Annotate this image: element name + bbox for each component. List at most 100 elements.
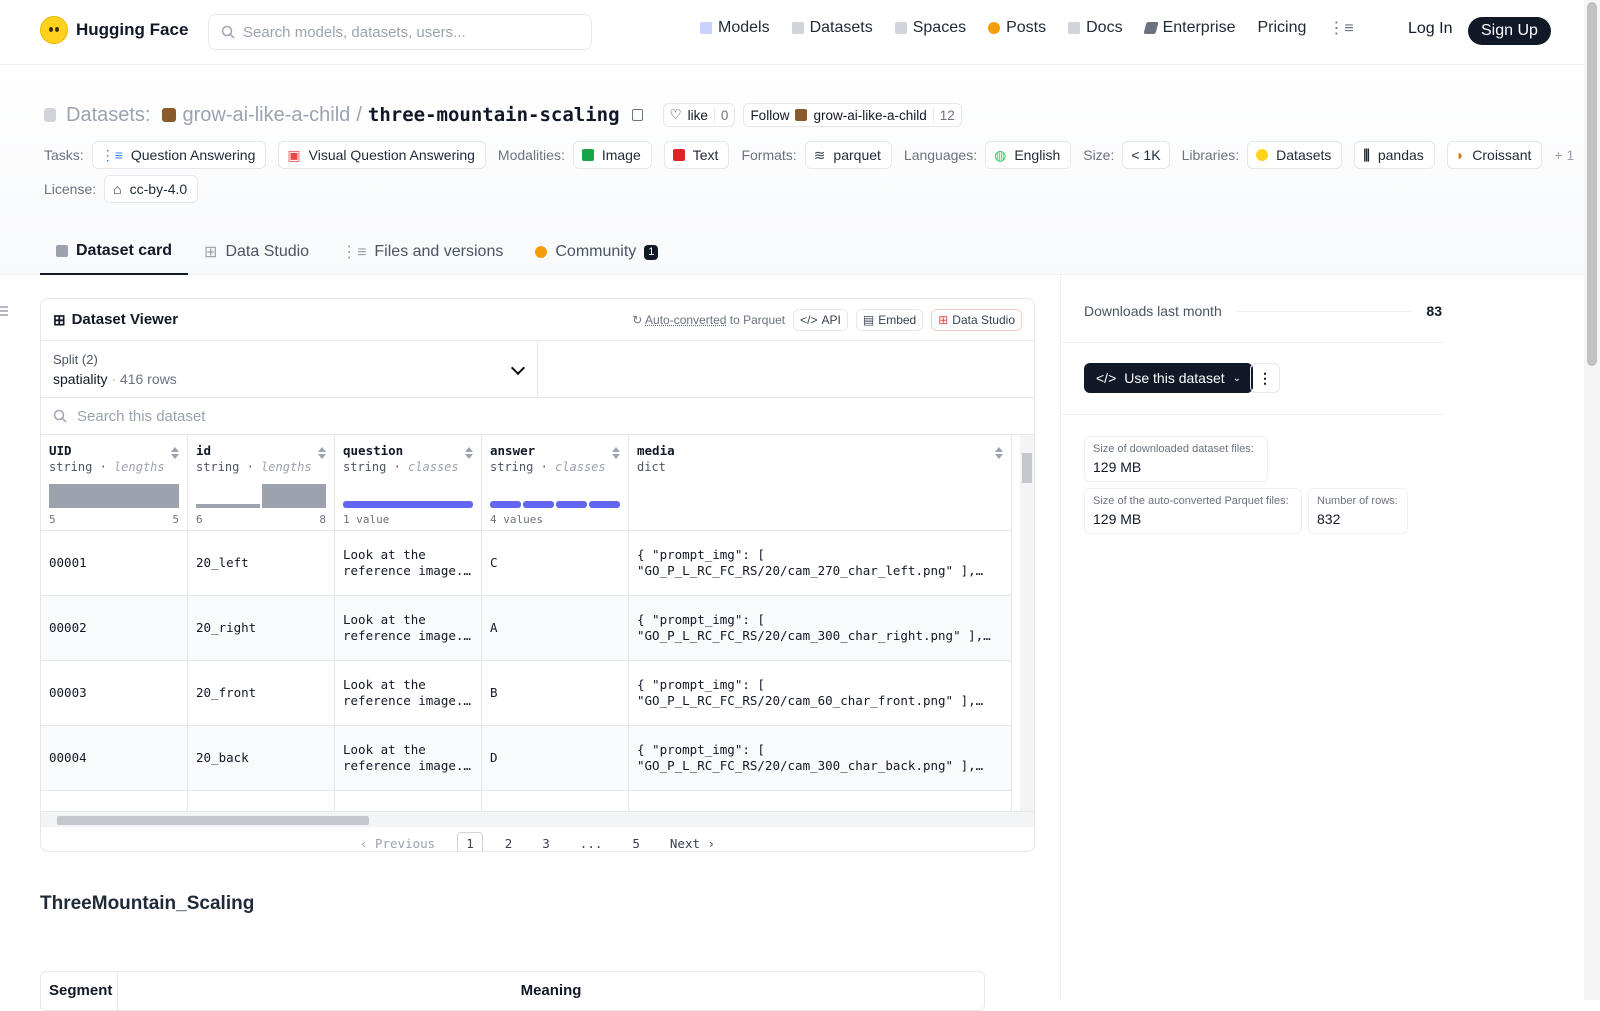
tag-pandas[interactable]: ⫼ pandas [1354,141,1435,169]
page-scrollbar[interactable] [1584,0,1600,1000]
split-select[interactable]: Split (2) spatiality · 416 rows [41,341,538,397]
page-scrollbar-thumb[interactable] [1587,2,1597,366]
repo-name[interactable]: three-mountain-scaling [368,104,620,126]
scrollbar-thumb[interactable] [1022,453,1032,483]
class-segment[interactable] [490,501,521,508]
tab-dataset-card[interactable]: Dataset card [40,229,189,275]
tab-data-studio[interactable]: ⊞ Data Studio [188,229,325,275]
sort-icon[interactable] [612,447,620,459]
page-1[interactable]: 1 [457,832,483,851]
table-cell[interactable]: Look at the reference image.… [335,531,481,596]
like-count: 0 [713,107,735,123]
column-header[interactable]: UID string · lengths 55 [41,435,187,531]
table-cell[interactable]: 20_back [188,726,334,791]
table-cell[interactable]: 00003 [41,661,187,726]
next-page-button[interactable]: Next › [662,833,723,851]
class-bar[interactable] [343,501,473,508]
tag-text[interactable]: Text [663,141,730,169]
login-button[interactable]: Log In [1408,20,1452,38]
api-button[interactable]: </> API [793,308,848,331]
table-cell[interactable]: 20_right [188,596,334,661]
prev-page-button[interactable]: ‹ Previous [352,833,443,851]
tab-community[interactable]: Community 1 [519,229,674,275]
table-cell[interactable]: Look at the reference image.… [335,661,481,726]
vertical-scrollbar[interactable] [1020,435,1034,811]
tag-english[interactable]: ◍ English [985,141,1072,169]
dataset-search[interactable]: Search this dataset [41,398,1034,435]
table-cell[interactable]: 20_front [188,661,334,726]
table-cell[interactable]: 00002 [41,596,187,661]
nav-pricing[interactable]: Pricing [1257,19,1306,37]
table-cell[interactable]: { "prompt_img": ["GO_P_L_RC_FC_RS/20/cam… [629,596,1011,661]
column-header[interactable]: answer string · classes 4 values [482,435,628,531]
tab-files-versions[interactable]: ⋮≡ Files and versions [325,229,519,275]
tag-image[interactable]: Image [572,141,652,169]
repo-owner-link[interactable]: grow-ai-like-a-child [182,104,350,127]
sort-icon[interactable] [995,447,1003,459]
histogram-bar[interactable] [196,504,260,508]
nav-spaces[interactable]: Spaces [894,19,966,37]
use-dataset-button[interactable]: </> Use this dataset ⌄ [1084,363,1254,393]
class-segment[interactable] [523,501,554,508]
sort-icon[interactable] [318,447,326,459]
table-cell[interactable]: { "prompt_img": ["GO_P_L_RC_FC_RS/20/cam… [629,661,1011,726]
table-cell[interactable]: Look at the reference image.… [335,726,481,791]
class-bar[interactable] [490,501,620,508]
table-cell[interactable]: C [482,531,628,596]
more-options-button[interactable]: ⋮ [1250,363,1280,393]
table-cell[interactable]: { "prompt_img": ["GO_P_L_RC_FC_RS/20/cam… [629,726,1011,791]
autoconverted-link[interactable]: Auto-converted [645,313,726,327]
signup-button[interactable]: Sign Up [1468,17,1551,45]
tag-license[interactable]: ⌂ cc-by-4.0 [104,175,199,203]
tag-parquet[interactable]: ≋ parquet [804,141,892,169]
histogram-bar[interactable] [49,484,179,508]
tag-visual-question-answering[interactable]: ▣ Visual Question Answering [278,141,486,169]
histogram-bar[interactable] [262,484,326,508]
length-histogram[interactable] [196,484,326,508]
nav-docs[interactable]: Docs [1068,19,1123,37]
sort-icon[interactable] [465,447,473,459]
page-2[interactable]: 2 [497,833,521,851]
table-cell[interactable]: 00004 [41,726,187,791]
class-segment[interactable] [343,501,473,508]
follow-owner-avatar [795,109,808,121]
table-cell[interactable]: D [482,726,628,791]
page-5[interactable]: 5 [624,833,648,851]
like-button[interactable]: ♡ like 0 [662,103,736,127]
table-cell[interactable]: A [482,596,628,661]
tag-datasets-lib[interactable]: Datasets [1247,141,1343,169]
table-cell[interactable]: 00001 [41,531,187,596]
horizontal-scrollbar[interactable] [41,811,1034,827]
table-cell[interactable]: 20_left [188,531,334,596]
sort-icon[interactable] [171,447,179,459]
nav-more-menu[interactable]: ⋮≡ [1328,18,1353,38]
data-studio-button[interactable]: ⊞ Data Studio [931,308,1022,331]
brand-logo[interactable]: Hugging Face [40,16,188,44]
column-header[interactable]: media dict [629,435,1011,531]
nav-models[interactable]: Models [700,19,770,37]
page-3[interactable]: 3 [534,833,558,851]
libraries-more[interactable]: + 1 [1554,147,1574,163]
table-cell[interactable]: B [482,661,628,726]
scrollbar-thumb[interactable] [57,816,369,825]
page-ellipsis: ... [579,836,603,851]
copy-icon[interactable] [631,109,643,121]
column-header[interactable]: id string · lengths 68 [188,435,334,531]
column-header[interactable]: question string · classes 1 value [335,435,481,531]
class-segment[interactable] [589,501,620,508]
nav-posts[interactable]: Posts [988,19,1046,37]
tag-size[interactable]: < 1K [1122,141,1170,169]
sidebar-toggle-icon[interactable] [0,304,8,316]
nav-enterprise[interactable]: Enterprise [1142,19,1235,37]
embed-button[interactable]: ▤ Embed [855,308,924,331]
nav-datasets[interactable]: Datasets [791,19,873,37]
global-search-input[interactable] [243,23,573,41]
global-search[interactable] [208,14,592,50]
class-segment[interactable] [556,501,587,508]
length-histogram[interactable] [49,484,179,508]
tag-question-answering[interactable]: ⋮≡ Question Answering [91,141,267,169]
tag-croissant[interactable]: ◗ Croissant [1446,141,1543,169]
follow-button[interactable]: Follow grow-ai-like-a-child 12 [743,103,962,127]
table-cell[interactable]: { "prompt_img": ["GO_P_L_RC_FC_RS/20/cam… [629,531,1011,596]
table-cell[interactable]: Look at the reference image.… [335,596,481,661]
